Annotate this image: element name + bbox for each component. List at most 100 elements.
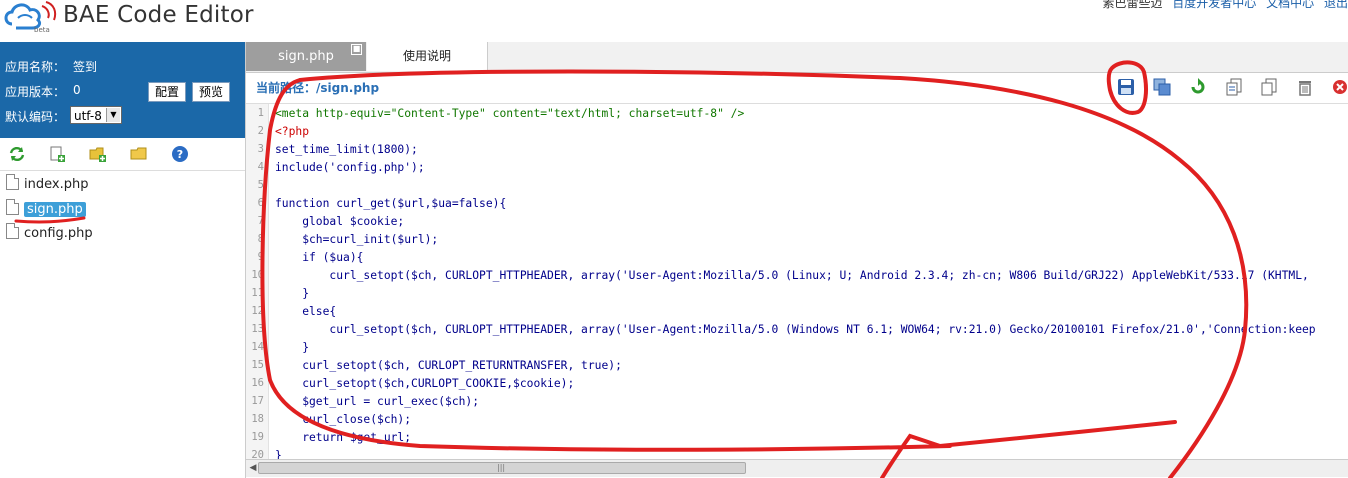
- line-number: 5: [257, 179, 264, 191]
- code-text: curl_setopt($ch, CURLOPT_HTTPHEADER, arr…: [275, 323, 1316, 336]
- code-text: <?php: [275, 125, 310, 138]
- line-number: 17: [251, 395, 264, 407]
- code-text: curl_setopt($ch, CURLOPT_HTTPHEADER, arr…: [275, 269, 1309, 282]
- code-line: 1 <meta http-equiv="Content-Type" content…: [246, 107, 1348, 125]
- line-number: 20: [251, 449, 264, 459]
- encoding-value: utf-8: [74, 109, 102, 123]
- horizontal-scrollbar[interactable]: ◀ |||: [246, 459, 1348, 477]
- file-icon: [6, 199, 19, 215]
- line-number: 9: [257, 251, 264, 263]
- tab-label: sign.php: [278, 49, 334, 64]
- code-text: $get_url = curl_exec($ch);: [275, 395, 480, 408]
- refresh-icon[interactable]: [8, 145, 26, 163]
- code-editor[interactable]: 1 <meta http-equiv="Content-Type" content…: [246, 103, 1348, 459]
- top-links: 素巴雷些迈 百度开发者中心 文档中心 退出: [1096, 0, 1348, 11]
- link-docs[interactable]: 文档中心: [1266, 0, 1314, 10]
- line-number: 19: [251, 431, 264, 443]
- file-item-sign[interactable]: sign.php: [6, 199, 86, 219]
- copy-icon[interactable]: [1225, 78, 1243, 96]
- encoding-select[interactable]: utf-8 ▼: [70, 106, 122, 124]
- code-text: <meta http-equiv="Content-Type" content=…: [275, 107, 745, 120]
- paste-icon[interactable]: [1260, 78, 1278, 96]
- file-toolbar: ?: [0, 138, 245, 171]
- code-line: 10 curl_setopt($ch, CURLOPT_HTTPHEADER, …: [246, 269, 1348, 287]
- code-text: global $cookie;: [275, 215, 405, 228]
- file-icon: [6, 174, 19, 190]
- preview-button[interactable]: 预览: [192, 82, 231, 102]
- code-line: 3 set_time_limit(1800);: [246, 143, 1348, 161]
- tab-sign-php[interactable]: sign.php ■: [246, 42, 366, 71]
- file-item-config[interactable]: config.php: [6, 223, 93, 243]
- encoding-row: 默认编码：: [5, 108, 65, 125]
- close-icon[interactable]: [1331, 78, 1348, 96]
- file-item-index[interactable]: index.php: [6, 174, 88, 194]
- encoding-label: 默认编码：: [5, 110, 66, 124]
- config-button[interactable]: 配置: [148, 82, 187, 102]
- code-text: curl_close($ch);: [275, 413, 412, 426]
- save-all-icon[interactable]: [1153, 78, 1171, 96]
- code-line: 16 curl_setopt($ch,CURLOPT_COOKIE,$cooki…: [246, 377, 1348, 395]
- file-name: index.php: [24, 177, 89, 192]
- code-line: 2 <?php: [246, 125, 1348, 143]
- code-line: 6 function curl_get($url,$ua=false){: [246, 197, 1348, 215]
- app-name-label: 应用名称：: [5, 60, 66, 74]
- code-line: 4 include('config.php');: [246, 161, 1348, 179]
- code-line: 7 global $cookie;: [246, 215, 1348, 233]
- line-number: 6: [257, 197, 264, 209]
- new-file-icon[interactable]: [48, 145, 66, 163]
- code-text: else{: [275, 305, 337, 318]
- line-number: 14: [251, 341, 264, 353]
- file-name: config.php: [24, 226, 93, 241]
- line-number: 13: [251, 323, 264, 335]
- code-text: set_time_limit(1800);: [275, 143, 418, 156]
- file-name: sign.php: [24, 202, 86, 217]
- code-line: 13 curl_setopt($ch, CURLOPT_HTTPHEADER, …: [246, 323, 1348, 341]
- reload-icon[interactable]: [1189, 78, 1207, 96]
- help-icon[interactable]: ?: [171, 145, 189, 163]
- code-line: 20}: [246, 449, 1348, 459]
- bae-logo: beta: [2, 0, 62, 34]
- scroll-thumb[interactable]: |||: [258, 462, 746, 474]
- code-line: 15 curl_setopt($ch, CURLOPT_RETURNTRANSF…: [246, 359, 1348, 377]
- tab-label: 使用说明: [402, 49, 451, 63]
- file-icon: [6, 223, 19, 239]
- tab-usage[interactable]: 使用说明: [367, 42, 488, 71]
- line-number: 10: [251, 269, 264, 281]
- app-version-value: 0: [73, 83, 81, 97]
- code-text: }: [275, 287, 310, 300]
- svg-text:?: ?: [177, 148, 183, 161]
- header-bar: beta BAE Code Editor 素巴雷些迈 百度开发者中心 文档中心 …: [0, 0, 1348, 42]
- link-logout[interactable]: 退出: [1324, 0, 1348, 10]
- left-panel: 应用名称： 签到 应用版本： 0 默认编码： utf-8 ▼ 配置 预览 ? i…: [0, 42, 246, 478]
- delete-icon[interactable]: [1296, 78, 1314, 96]
- app-name-row: 应用名称： 签到: [5, 58, 97, 75]
- code-text: return $get_url;: [275, 431, 412, 444]
- line-number: 11: [251, 287, 264, 299]
- line-number: 12: [251, 305, 264, 317]
- code-text: }: [275, 449, 282, 459]
- code-text: function curl_get($url,$ua=false){: [275, 197, 507, 210]
- code-text: include('config.php');: [275, 161, 425, 174]
- code-line: 8 $ch=curl_init($url);: [246, 233, 1348, 251]
- code-line: 18 curl_close($ch);: [246, 413, 1348, 431]
- code-line: 5: [246, 179, 1348, 197]
- code-text: curl_setopt($ch,CURLOPT_COOKIE,$cookie);: [275, 377, 575, 390]
- tab-close-icon[interactable]: ■: [351, 44, 362, 55]
- line-number: 7: [257, 215, 264, 227]
- chevron-down-icon[interactable]: ▼: [106, 108, 120, 122]
- code-line: 9 if ($ua){: [246, 251, 1348, 269]
- code-text: if ($ua){: [275, 251, 364, 264]
- folder-icon[interactable]: [130, 145, 148, 163]
- new-folder-icon[interactable]: [89, 145, 107, 163]
- line-number: 8: [257, 233, 264, 245]
- code-line: 12 else{: [246, 305, 1348, 323]
- line-number: 1: [257, 107, 264, 119]
- save-icon[interactable]: [1117, 78, 1135, 96]
- line-number: 15: [251, 359, 264, 371]
- app-title: BAE Code Editor: [63, 2, 254, 28]
- link-dev-center[interactable]: 百度开发者中心: [1172, 0, 1256, 10]
- code-line: 17 $get_url = curl_exec($ch);: [246, 395, 1348, 413]
- code-line: 14 }: [246, 341, 1348, 359]
- path-bar: 当前路径：/sign.php: [246, 73, 1348, 101]
- code-line: 11 }: [246, 287, 1348, 305]
